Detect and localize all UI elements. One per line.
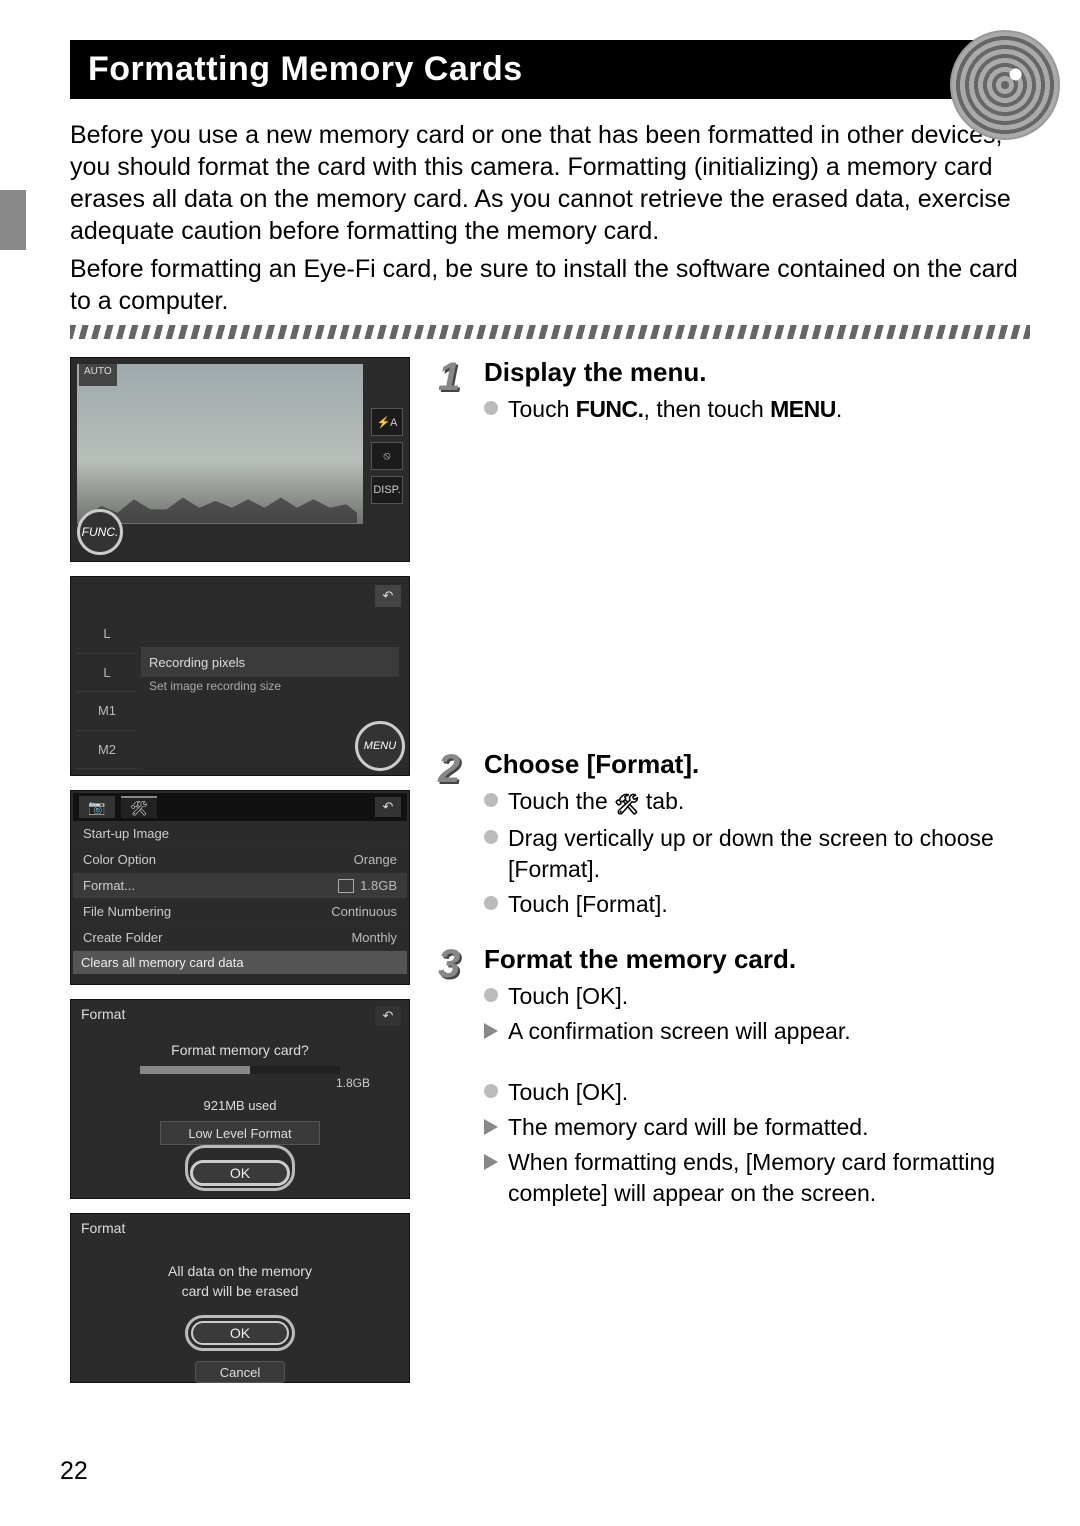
header-decor-icon [950, 30, 1060, 140]
camera-screen-func-menu: ↶ L L M1 M2 Recording pixels Set image r… [70, 576, 410, 776]
back-icon: ↶ [375, 1006, 401, 1026]
page-number: 22 [60, 1457, 88, 1486]
format-question: Format memory card? [71, 1042, 409, 1058]
section-divider [70, 325, 1030, 339]
ok-button: OK [190, 1160, 290, 1186]
bullet-text: Touch FUNC., then touch MENU. [508, 394, 842, 425]
bullet-text: Touch [OK]. [508, 981, 628, 1012]
section-title: Formatting Memory Cards [88, 50, 523, 88]
instructions-column: 1 Display the menu. Touch FUNC., then to… [438, 357, 1030, 1397]
bullet: Touch [OK]. [484, 981, 1030, 1012]
bullet: When formatting ends, [Memory card forma… [484, 1147, 1030, 1209]
intro-paragraph-2: Before formatting an Eye-Fi card, be sur… [70, 253, 1030, 317]
bullet-text: The memory card will be formatted. [508, 1112, 868, 1143]
bullet-icon [484, 401, 498, 415]
camera-screen-settings-menu: 📷 🛠 ↶ Start-up Image Color OptionOrange … [70, 790, 410, 985]
bullet: Touch [Format]. [484, 889, 1030, 920]
result-arrow-icon [484, 1154, 498, 1170]
camera-screen-live: AUTO ⚡A ⦸ DISP. FUNC. [70, 357, 410, 562]
live-top-overlay: AUTO [79, 364, 401, 386]
bullet-text: Drag vertically up or down the screen to… [508, 823, 1030, 885]
camera-screen-confirm-dialog: Format All data on the memory card will … [70, 1213, 410, 1383]
bullet-icon [484, 896, 498, 910]
step-1: 1 Display the menu. Touch FUNC., then to… [438, 357, 1030, 429]
disp-icon: DISP. [371, 476, 403, 504]
menu-row: Create FolderMonthly [73, 925, 407, 951]
menu-button-icon: MENU [355, 721, 405, 771]
back-icon: ↶ [375, 585, 401, 607]
menu-row: Color OptionOrange [73, 847, 407, 873]
live-view-image [77, 364, 363, 524]
result-arrow-icon [484, 1023, 498, 1039]
cancel-button: Cancel [195, 1361, 285, 1383]
step-number: 3 [438, 944, 472, 1213]
selected-row-sub: Set image recording size [149, 679, 281, 693]
bullet: Touch FUNC., then touch MENU. [484, 394, 1030, 425]
tools-tab-icon: 🛠 [121, 796, 157, 818]
ok-button-highlight: OK [185, 1145, 295, 1191]
capacity-label: 1.8GB [110, 1076, 370, 1090]
used-label: 921MB used [71, 1098, 409, 1113]
bullet: A confirmation screen will appear. [484, 1016, 1030, 1047]
bullet-icon [484, 988, 498, 1002]
camera-screen-format-dialog: Format ↶ Format memory card? 1.8GB 921MB… [70, 999, 410, 1199]
tools-tab-inline-icon: 🛠 [614, 792, 639, 819]
menu-row: Start-up Image [73, 821, 407, 847]
menu-row: File NumberingContinuous [73, 899, 407, 925]
flash-icon: ⚡A [371, 408, 403, 436]
step-title: Choose [Format]. [484, 749, 1030, 780]
bullet: Touch the 🛠 tab. [484, 786, 1030, 819]
ok-button: OK [191, 1321, 289, 1345]
right-icon-stack: ⚡A ⦸ DISP. [371, 408, 403, 504]
bullet-text: When formatting ends, [Memory card forma… [508, 1147, 1030, 1209]
size-item: L [77, 615, 137, 654]
func-button-icon: FUNC. [77, 509, 123, 555]
bullet-text: Touch [OK]. [508, 1077, 628, 1108]
back-icon: ↶ [375, 797, 401, 817]
size-list: L L M1 M2 [77, 615, 137, 769]
bullet: Touch [OK]. [484, 1077, 1030, 1108]
dialog-title: Format [71, 1000, 409, 1028]
step-title: Format the memory card. [484, 944, 1030, 975]
section-header: Formatting Memory Cards [70, 40, 1030, 99]
bullet-icon [484, 830, 498, 844]
step-title: Display the menu. [484, 357, 1030, 388]
dialog-title: Format [71, 1214, 409, 1242]
confirm-line-1: All data on the memory [71, 1262, 409, 1282]
spacer [438, 449, 1030, 749]
mode-badge: AUTO [79, 364, 117, 386]
page-tab-marker [0, 190, 26, 250]
step-3: 3 Format the memory card. Touch [OK]. A … [438, 944, 1030, 1213]
usage-bar [140, 1066, 340, 1074]
confirm-line-2: card will be erased [71, 1282, 409, 1302]
off-icon: ⦸ [371, 442, 403, 470]
low-level-format-button: Low Level Format [160, 1121, 320, 1145]
selected-row: Recording pixels [141, 647, 399, 677]
bullet: Drag vertically up or down the screen to… [484, 823, 1030, 885]
menu-rows: Start-up Image Color OptionOrange Format… [73, 821, 407, 951]
bullet-icon [484, 1084, 498, 1098]
menu-footer-hint: Clears all memory card data [73, 951, 407, 974]
bullet-text: Touch the 🛠 tab. [508, 786, 684, 819]
menu-row-format: Format...1.8GB [73, 873, 407, 899]
intro-paragraph-1: Before you use a new memory card or one … [70, 119, 1030, 247]
size-item: M1 [77, 692, 137, 731]
ok-button-highlight: OK [185, 1315, 295, 1351]
camera-tab-icon: 📷 [79, 796, 115, 818]
step-number: 1 [438, 357, 472, 429]
step-2: 2 Choose [Format]. Touch the 🛠 tab. Drag… [438, 749, 1030, 924]
bullet-text: A confirmation screen will appear. [508, 1016, 851, 1047]
size-item: L [77, 654, 137, 693]
step-number: 2 [438, 749, 472, 924]
bullet-text: Touch [Format]. [508, 889, 668, 920]
content-columns: AUTO ⚡A ⦸ DISP. FUNC. ↶ L L M1 M2 Record… [70, 357, 1030, 1397]
result-arrow-icon [484, 1119, 498, 1135]
menu-tabs: 📷 🛠 ↶ [73, 793, 407, 821]
card-icon [338, 879, 354, 893]
bullet-icon [484, 793, 498, 807]
bullet: The memory card will be formatted. [484, 1112, 1030, 1143]
screenshots-column: AUTO ⚡A ⦸ DISP. FUNC. ↶ L L M1 M2 Record… [70, 357, 410, 1397]
size-item: M2 [77, 731, 137, 770]
